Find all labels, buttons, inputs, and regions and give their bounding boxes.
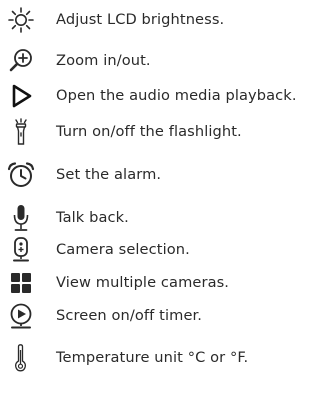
legend-label: Adjust LCD brightness. (56, 11, 225, 28)
play-icon (6, 82, 36, 110)
thermometer-icon (6, 344, 36, 372)
legend-row-camera-selection: Camera selection. (0, 233, 335, 267)
legend-label: Set the alarm. (56, 166, 162, 183)
legend-row-brightness: Adjust LCD brightness. (0, 3, 335, 37)
brightness-icon (6, 6, 36, 34)
alarm-clock-icon (6, 161, 36, 189)
legend-row-multiple-cameras: View multiple cameras. (0, 266, 335, 300)
legend-row-screen-timer: Screen on/off timer. (0, 299, 335, 333)
legend-label: Screen on/off timer. (56, 307, 203, 324)
icon-legend: Adjust LCD brightness. Zoom in/out. Open… (0, 0, 335, 393)
zoom-in-icon (6, 47, 36, 75)
legend-row-zoom: Zoom in/out. (0, 44, 335, 78)
flashlight-icon (6, 118, 36, 146)
screen-timer-icon (6, 302, 36, 330)
legend-row-temperature-unit: Temperature unit °C or °F. (0, 341, 335, 375)
legend-label: Zoom in/out. (56, 52, 151, 69)
camera-select-icon (6, 236, 36, 264)
legend-label: Camera selection. (56, 241, 190, 258)
legend-label: Temperature unit °C or °F. (56, 349, 249, 366)
legend-row-playback: Open the audio media playback. (0, 79, 335, 113)
legend-row-alarm: Set the alarm. (0, 158, 335, 192)
legend-label: Open the audio media playback. (56, 87, 297, 104)
legend-label: Turn on/off the flashlight. (56, 123, 242, 140)
legend-label: View multiple cameras. (56, 274, 230, 291)
legend-row-flashlight: Turn on/off the flashlight. (0, 115, 335, 149)
legend-label: Talk back. (56, 209, 129, 226)
multi-camera-grid-icon (6, 269, 36, 297)
legend-row-talk-back: Talk back. (0, 201, 335, 235)
microphone-icon (6, 204, 36, 232)
